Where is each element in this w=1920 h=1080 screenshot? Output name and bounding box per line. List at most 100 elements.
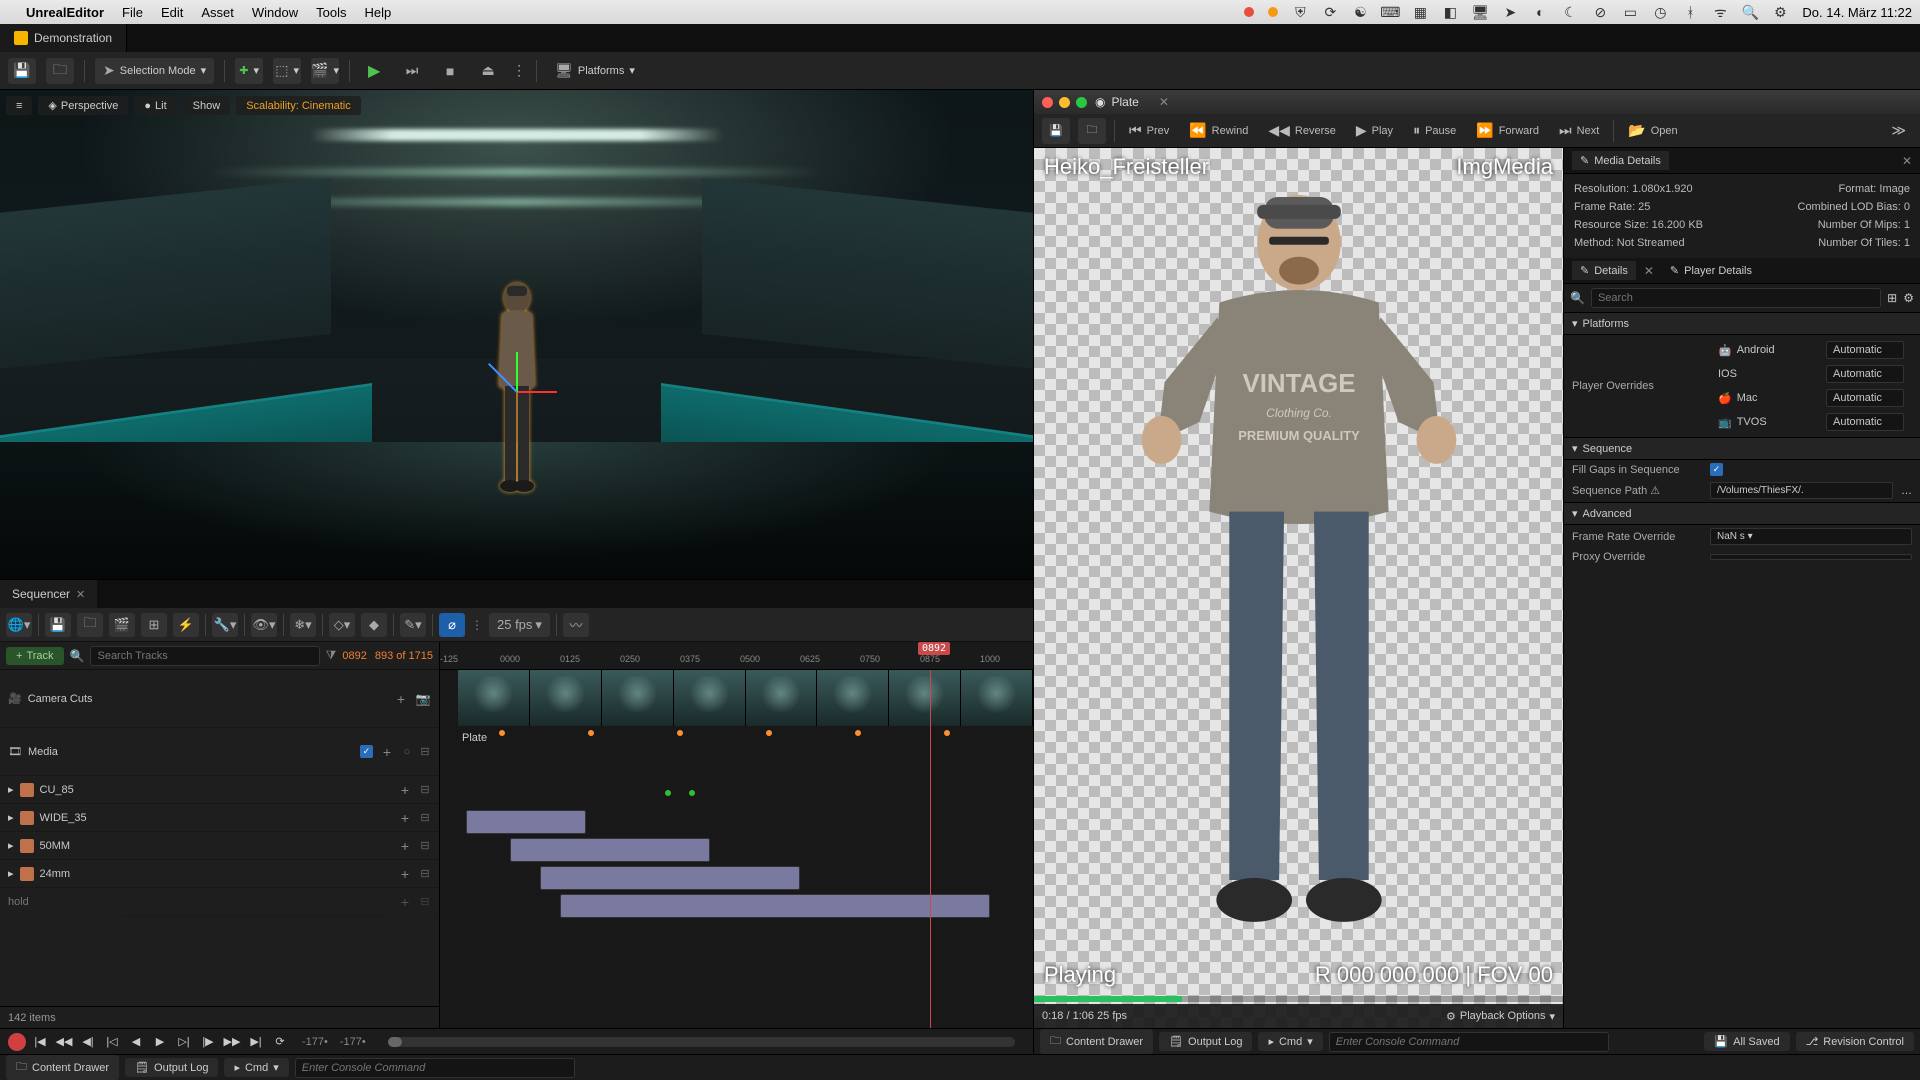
close-icon[interactable]: ✕ — [76, 588, 85, 601]
prev-key-button[interactable]: |◁ — [102, 1033, 122, 1051]
plus-icon[interactable]: + — [397, 866, 413, 882]
playback-options-button[interactable]: ⚙ Playback Options ▾ — [1446, 1010, 1555, 1023]
autokey-btn[interactable]: ◆ — [361, 613, 387, 637]
prev-button[interactable]: ⏮Prev — [1123, 119, 1175, 142]
settings-icon[interactable]: ⚙ — [1903, 291, 1914, 305]
moon-icon[interactable]: ☾ — [1562, 4, 1578, 20]
playhead[interactable] — [930, 670, 931, 1028]
plus-icon[interactable]: + — [397, 894, 413, 910]
camera-lock-icon[interactable]: 📷 — [415, 692, 431, 706]
spotlight-icon[interactable]: 🔍 — [1742, 4, 1758, 20]
menu-edit[interactable]: Edit — [161, 5, 183, 20]
cmd-button[interactable]: ▸ Cmd ▾ — [224, 1058, 288, 1077]
view-button[interactable]: 👁▾ — [251, 613, 277, 637]
content-drawer-button[interactable]: 🗀 Content Drawer — [6, 1055, 119, 1080]
track-shot[interactable]: ▸ CU_85 +⊟ — [0, 776, 439, 804]
shield-icon[interactable]: ⛨ — [1292, 4, 1308, 20]
range-slider[interactable] — [388, 1037, 1015, 1047]
sequencer-tab[interactable]: Sequencer ✕ — [0, 580, 97, 608]
record-indicator-icon[interactable] — [1244, 7, 1254, 17]
step-back-button[interactable]: ◀◀ — [54, 1033, 74, 1051]
minimize-window-icon[interactable] — [1059, 97, 1070, 108]
content-drawer-button[interactable]: 🗀 Content Drawer — [1040, 1029, 1153, 1054]
snap-button[interactable]: ❄▾ — [290, 613, 316, 637]
ios-player-select[interactable]: Automatic — [1826, 365, 1904, 383]
track-media[interactable]: 🎞 Media ✓ + ○ ⊟ — [0, 728, 439, 776]
frame-back-button[interactable]: ◀| — [78, 1033, 98, 1051]
plus-icon[interactable]: + — [397, 838, 413, 854]
mac-player-select[interactable]: Automatic — [1826, 389, 1904, 407]
playhead-frame[interactable]: 0892 — [918, 642, 950, 655]
next-button[interactable]: ⏭Next — [1553, 119, 1605, 142]
cinematics-button[interactable]: 🎬▾ — [311, 58, 339, 84]
save-asset-button[interactable]: 💾 — [1042, 118, 1070, 144]
close-window-icon[interactable] — [1042, 97, 1053, 108]
app1-icon[interactable]: ◧ — [1442, 4, 1458, 20]
keyboard-icon[interactable]: ⌨ — [1382, 4, 1398, 20]
step-fwd-button[interactable]: ▶▶ — [222, 1033, 242, 1051]
track-shot[interactable]: ▸ 50MM +⊟ — [0, 832, 439, 860]
checkbox-icon[interactable]: ✓ — [360, 745, 373, 758]
control-center-icon[interactable]: ⚙ — [1772, 4, 1788, 20]
media-preview[interactable]: VINTAGE Clothing Co. PREMIUM QUALITY — [1034, 148, 1564, 1028]
mic-indicator-icon[interactable] — [1268, 7, 1278, 17]
framerate-select[interactable]: NaN s ▾ — [1710, 528, 1912, 545]
curve-btn[interactable]: 〰 — [563, 613, 589, 637]
fill-gaps-checkbox[interactable]: ✓ — [1710, 463, 1723, 476]
wifi-icon[interactable]: ᯤ — [1712, 4, 1728, 20]
globe-icon[interactable]: ☯ — [1352, 4, 1368, 20]
save-seq-button[interactable]: 💾 — [45, 613, 71, 637]
clip-bar[interactable] — [560, 894, 990, 918]
actor-person[interactable] — [477, 276, 557, 506]
track-camera-cuts[interactable]: 🎥 Camera Cuts + 📷 — [0, 670, 439, 728]
output-log-button[interactable]: 🗒 Output Log — [125, 1058, 218, 1077]
forward-button[interactable]: ⏩Forward — [1470, 119, 1545, 142]
play-seq-button[interactable]: ▶ — [150, 1033, 170, 1051]
tvos-player-select[interactable]: Automatic — [1826, 413, 1904, 431]
level-viewport[interactable]: ≡ ◈ Perspective ● Lit Show Scalability: … — [0, 90, 1033, 580]
lit-button[interactable]: ● Lit — [134, 96, 176, 115]
fps-button[interactable]: 25 fps ▾ — [489, 613, 550, 637]
menubar-clock[interactable]: Do. 14. März 11:22 — [1802, 5, 1912, 20]
revision-control-button[interactable]: ⎇ Revision Control — [1796, 1032, 1914, 1051]
maximize-window-icon[interactable] — [1076, 97, 1087, 108]
close-icon[interactable]: ✕ — [1902, 154, 1912, 168]
sync-icon[interactable]: ⟳ — [1322, 4, 1338, 20]
clip-bar[interactable] — [510, 838, 710, 862]
plus-icon[interactable]: + — [393, 691, 409, 707]
proxy-input[interactable] — [1710, 554, 1912, 560]
scrub-bar[interactable] — [1034, 996, 1563, 1002]
track-shot[interactable]: ▸ WIDE_35 +⊟ — [0, 804, 439, 832]
goto-end-button[interactable]: ▶| — [246, 1033, 266, 1051]
close-tab-icon[interactable]: ✕ — [1159, 95, 1169, 109]
menu-asset[interactable]: Asset — [201, 5, 234, 20]
app2-icon[interactable]: ◐ — [1532, 4, 1548, 20]
section-icon[interactable]: ⊟ — [419, 745, 431, 758]
platforms-button[interactable]: 🖥 Platforms ▾ — [547, 58, 643, 84]
stop-button[interactable]: ■ — [436, 58, 464, 84]
play-media-button[interactable]: ▶Play — [1350, 119, 1399, 142]
edit-btn[interactable]: ✎▾ — [400, 613, 426, 637]
plate-titlebar[interactable]: ◉Plate ✕ — [1034, 90, 1920, 114]
chevron-icon[interactable]: ▸ — [8, 839, 14, 852]
track-search-input[interactable] — [90, 646, 319, 666]
perspective-button[interactable]: ◈ Perspective — [38, 96, 128, 115]
goto-start-button[interactable]: |◀ — [30, 1033, 50, 1051]
browse-asset-button[interactable]: 🗀 — [1078, 118, 1106, 144]
viewport-menu-button[interactable]: ≡ — [6, 96, 32, 115]
rewind-button[interactable]: ⏪Rewind — [1183, 119, 1254, 142]
menu-tools[interactable]: Tools — [316, 5, 346, 20]
snap-toggle[interactable]: ⌀ — [439, 613, 465, 637]
output-log-button[interactable]: 🗒 Output Log — [1159, 1032, 1252, 1051]
show-button[interactable]: Show — [183, 96, 231, 115]
marketplace-button[interactable]: ⬚▾ — [273, 58, 301, 84]
browse-button[interactable]: 🗀 — [46, 58, 74, 84]
transform-gizmo[interactable] — [517, 391, 577, 451]
clip-bar[interactable] — [540, 866, 800, 890]
filter-icon[interactable]: ⧩ — [326, 648, 337, 663]
browse-path-button[interactable]: … — [1901, 485, 1912, 497]
current-frame[interactable]: 0892 — [342, 650, 366, 662]
document-tab[interactable]: Demonstration — [0, 24, 127, 52]
timeline-tracks[interactable]: Plate — [440, 670, 1033, 1028]
reverse-play-button[interactable]: ◀ — [126, 1033, 146, 1051]
